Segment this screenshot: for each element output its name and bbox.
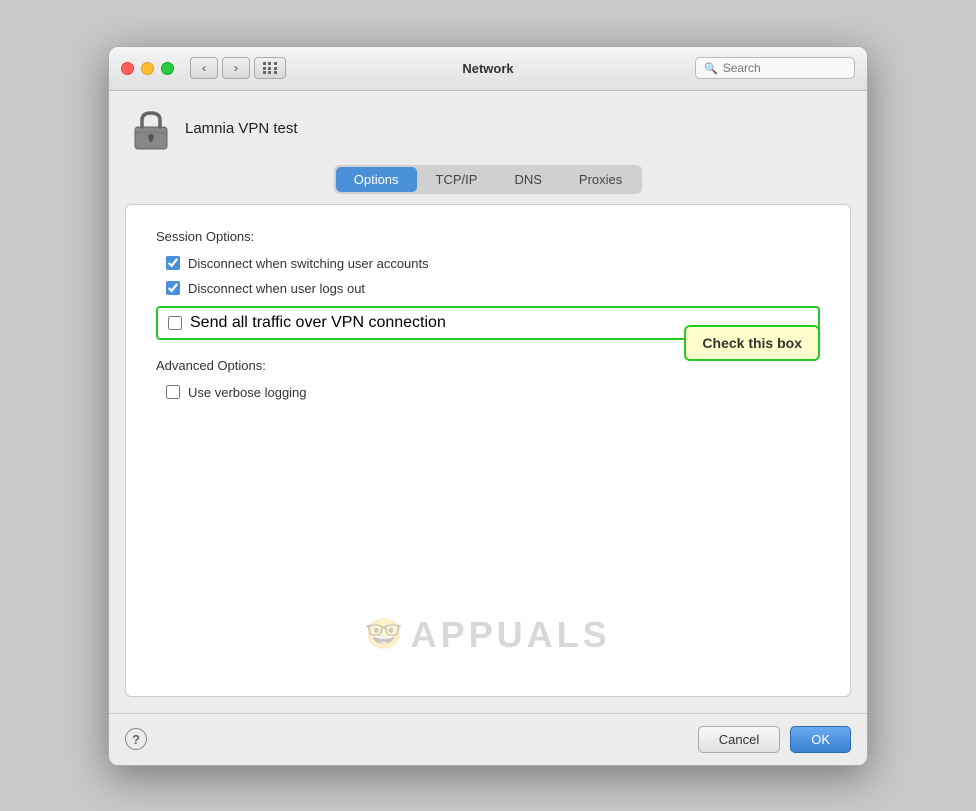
checkbox-disconnect-logout[interactable] xyxy=(166,281,180,295)
minimize-button[interactable] xyxy=(141,62,154,75)
maximize-button[interactable] xyxy=(161,62,174,75)
label-disconnect-logout: Disconnect when user logs out xyxy=(188,281,365,296)
tooltip-text: Check this box xyxy=(702,335,802,351)
close-button[interactable] xyxy=(121,62,134,75)
checkbox-disconnect-switching[interactable] xyxy=(166,256,180,270)
ok-button[interactable]: OK xyxy=(790,726,851,753)
option-disconnect-switching: Disconnect when switching user accounts xyxy=(156,256,820,271)
forward-button[interactable]: › xyxy=(222,57,250,79)
main-content: Lamnia VPN test Options TCP/IP DNS Proxi… xyxy=(109,91,867,713)
action-buttons: Cancel OK xyxy=(698,726,851,753)
tab-proxies[interactable]: Proxies xyxy=(561,167,640,192)
bottom-bar: ? Cancel OK xyxy=(109,713,867,765)
label-disconnect-switching: Disconnect when switching user accounts xyxy=(188,256,429,271)
option-verbose-logging: Use verbose logging xyxy=(156,385,820,400)
checkbox-verbose-logging[interactable] xyxy=(166,385,180,399)
search-bar[interactable]: 🔍 xyxy=(695,57,855,79)
label-send-traffic: Send all traffic over VPN connection xyxy=(190,314,446,332)
titlebar: ‹ › Network 🔍 xyxy=(109,47,867,91)
tabs-container: Options TCP/IP DNS Proxies xyxy=(125,165,851,194)
tab-dns[interactable]: DNS xyxy=(496,167,559,192)
tab-options[interactable]: Options xyxy=(336,167,417,192)
vpn-header: Lamnia VPN test xyxy=(125,107,851,151)
grid-button[interactable] xyxy=(254,57,286,79)
watermark: 🤓 APPUALS xyxy=(365,614,610,656)
tabs: Options TCP/IP DNS Proxies xyxy=(334,165,643,194)
vpn-name: Lamnia VPN test xyxy=(185,120,298,137)
tab-tcpip[interactable]: TCP/IP xyxy=(418,167,496,192)
help-button[interactable]: ? xyxy=(125,728,147,750)
grid-icon xyxy=(263,62,278,74)
search-icon: 🔍 xyxy=(704,62,718,75)
checkbox-send-traffic[interactable] xyxy=(168,316,182,330)
nav-buttons: ‹ › xyxy=(190,57,250,79)
session-options-title: Session Options: xyxy=(156,229,820,244)
tooltip: Check this box xyxy=(684,325,820,361)
search-input[interactable] xyxy=(723,61,846,75)
options-panel: Session Options: Disconnect when switchi… xyxy=(125,204,851,697)
cancel-button[interactable]: Cancel xyxy=(698,726,780,753)
window-title: Network xyxy=(462,61,513,76)
network-window: ‹ › Network 🔍 xyxy=(108,46,868,766)
option-disconnect-logout: Disconnect when user logs out xyxy=(156,281,820,296)
back-button[interactable]: ‹ xyxy=(190,57,218,79)
vpn-icon xyxy=(129,107,173,151)
traffic-lights xyxy=(121,62,174,75)
label-verbose-logging: Use verbose logging xyxy=(188,385,307,400)
